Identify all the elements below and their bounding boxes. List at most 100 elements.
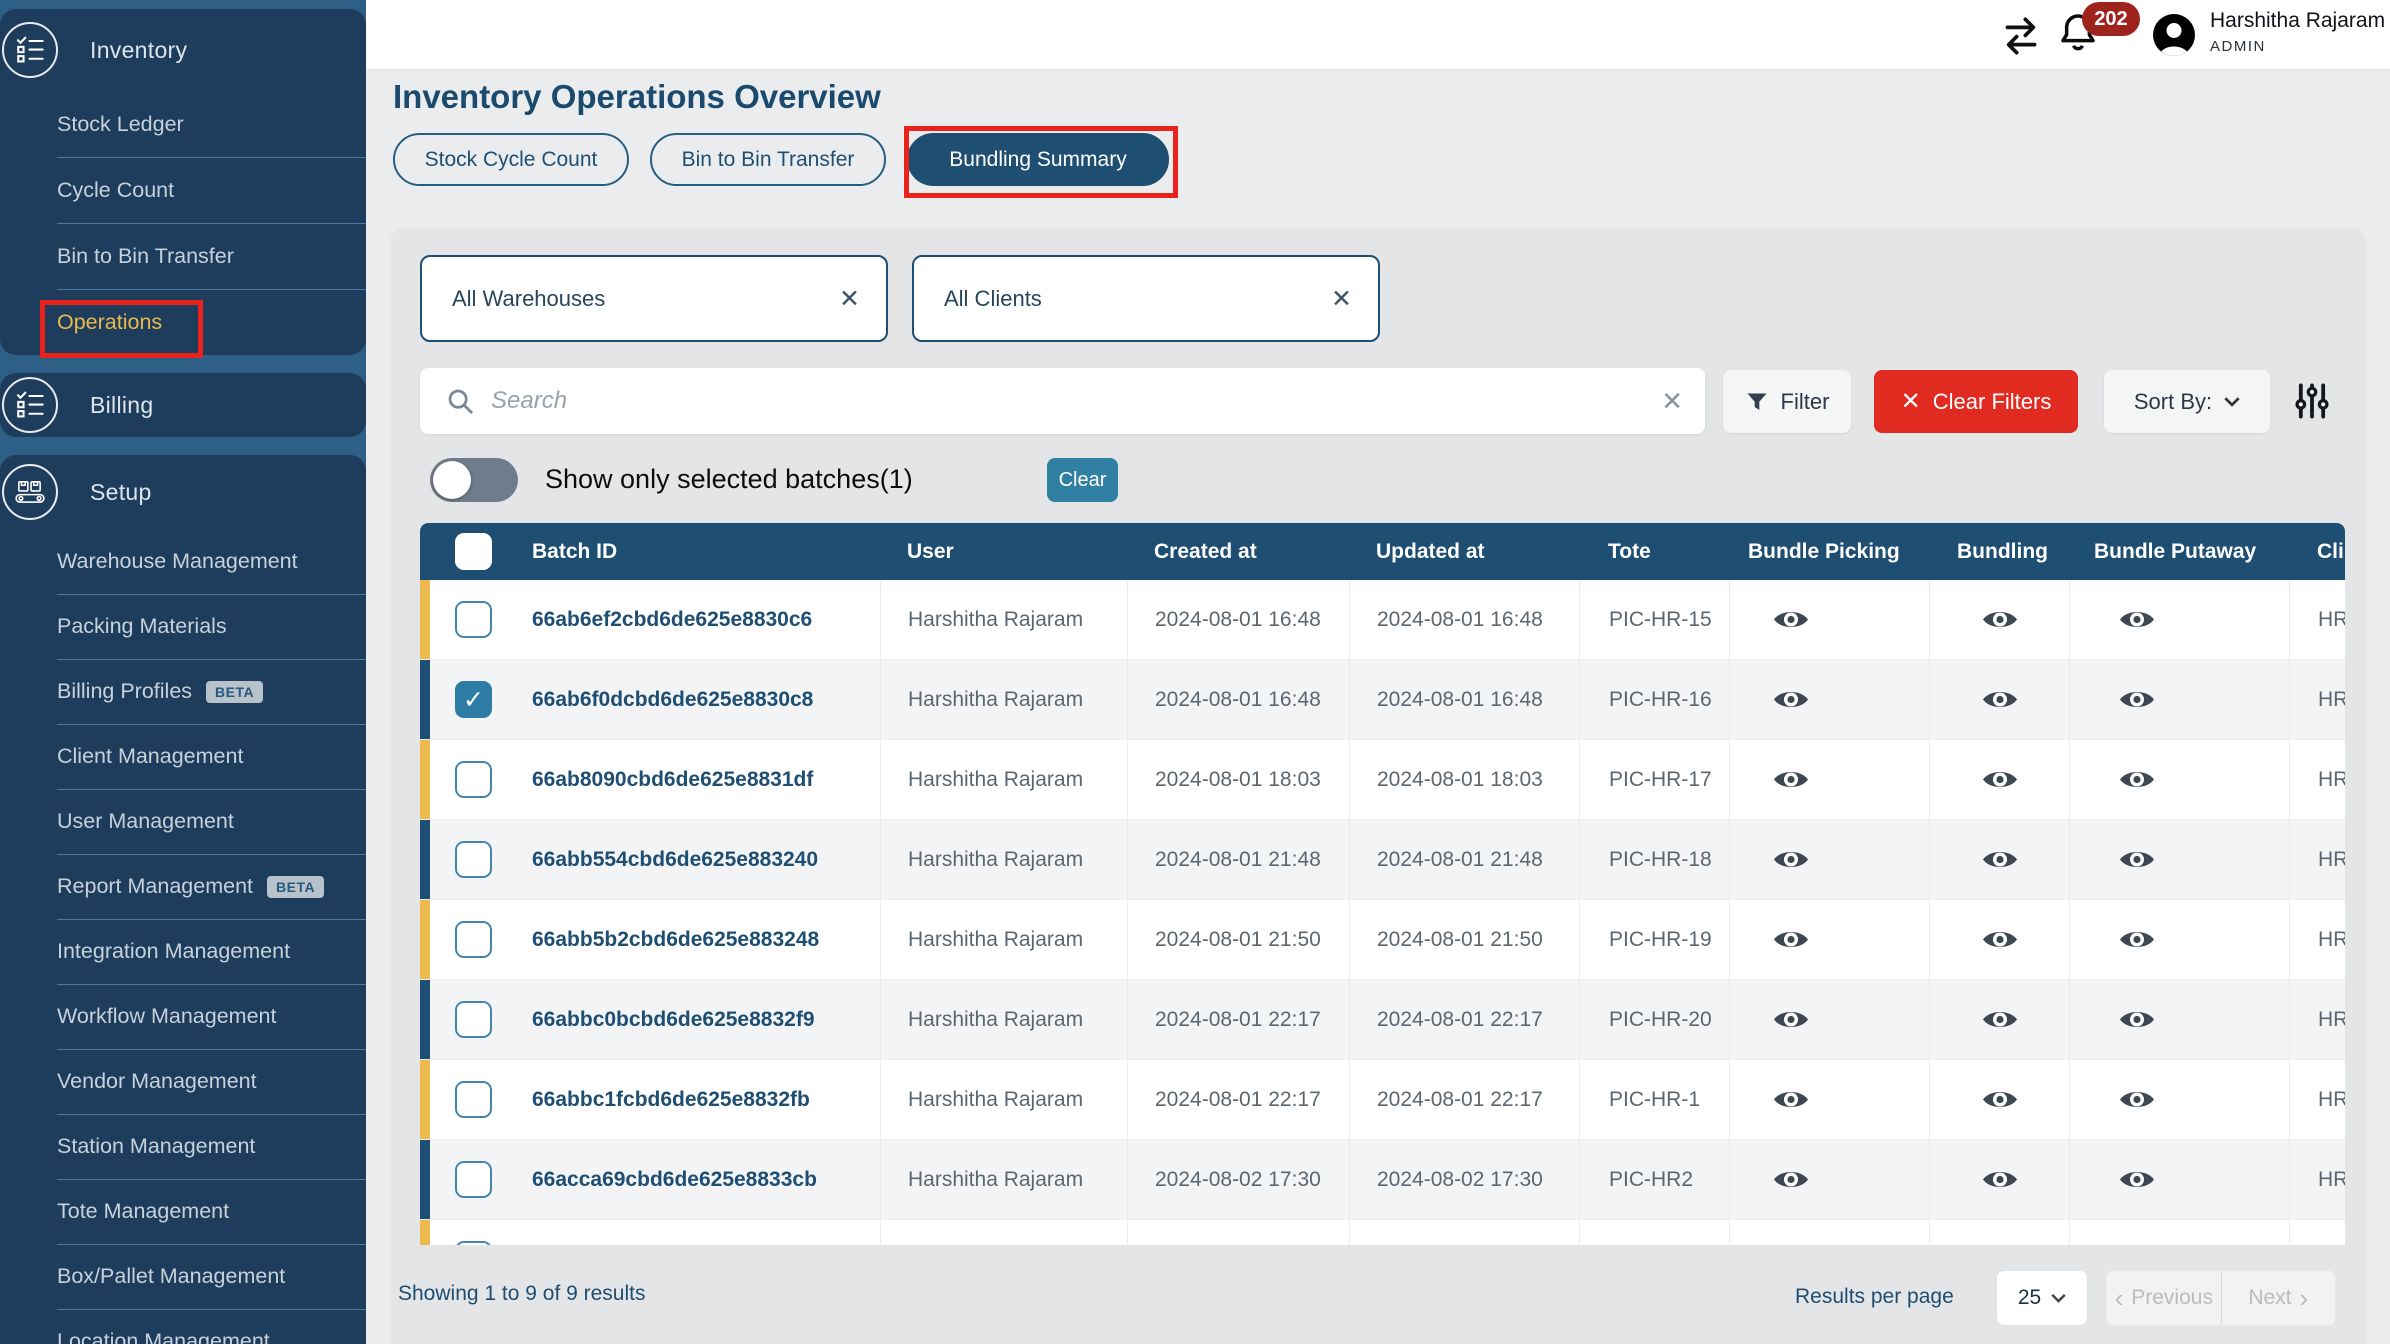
batch-id-link[interactable]: 66ab6f0dcbd6de625e8830c8 bbox=[500, 660, 880, 739]
bundle-putaway-view-icon[interactable] bbox=[2119, 926, 2155, 953]
page-size-dropdown[interactable]: 25 bbox=[1996, 1270, 2088, 1326]
bundle-picking-view-icon[interactable] bbox=[1773, 1166, 1809, 1193]
batch-id-link[interactable]: 66ab6ef2cbd6de625e8830c6 bbox=[500, 580, 880, 659]
bundling-view-icon[interactable] bbox=[1982, 846, 2018, 873]
batch-id-link[interactable]: 66abbc0bcbd6de625e8832f9 bbox=[500, 980, 880, 1059]
clear-search-icon[interactable]: ✕ bbox=[1661, 386, 1683, 417]
sidebar-section-billing: Billing bbox=[0, 373, 366, 437]
bundling-view-icon[interactable] bbox=[1982, 766, 2018, 793]
sidebar-item[interactable]: Operations bbox=[0, 289, 366, 355]
row-checkbox[interactable] bbox=[455, 681, 492, 718]
row-checkbox[interactable] bbox=[455, 1241, 492, 1245]
row-checkbox[interactable] bbox=[455, 841, 492, 878]
sort-by-dropdown[interactable]: Sort By: bbox=[2104, 370, 2270, 433]
bundle-picking-view-icon[interactable] bbox=[1773, 766, 1809, 793]
row-checkbox[interactable] bbox=[455, 1001, 492, 1038]
sidebar-item[interactable]: Tote Management bbox=[0, 1179, 366, 1244]
sidebar-item[interactable]: Packing Materials bbox=[0, 594, 366, 659]
batch-id-link[interactable]: 66ab8090cbd6de625e8831df bbox=[500, 740, 880, 819]
user-cell: Harshitha Rajaram bbox=[880, 1140, 1127, 1219]
client-filter-dropdown[interactable]: All Clients ✕ bbox=[912, 255, 1380, 342]
user-avatar-icon[interactable] bbox=[2152, 13, 2196, 57]
bundle-picking-view-icon[interactable] bbox=[1773, 686, 1809, 713]
clear-filters-button[interactable]: ✕ Clear Filters bbox=[1874, 370, 2078, 433]
select-all-checkbox[interactable] bbox=[455, 533, 492, 570]
next-page-button[interactable]: Next › bbox=[2222, 1271, 2336, 1325]
row-checkbox[interactable] bbox=[455, 601, 492, 638]
row-checkbox[interactable] bbox=[455, 1081, 492, 1118]
batch-id-link[interactable] bbox=[500, 1220, 880, 1245]
bundling-view-icon[interactable] bbox=[1982, 926, 2018, 953]
tab[interactable]: Bundling Summary bbox=[907, 133, 1169, 186]
bundling-view-icon[interactable] bbox=[1982, 1086, 2018, 1113]
search-input[interactable] bbox=[491, 387, 1651, 415]
tab[interactable]: Stock Cycle Count bbox=[393, 133, 629, 186]
batch-id-link[interactable]: 66abb5b2cbd6de625e883248 bbox=[500, 900, 880, 979]
column-header[interactable]: Tote bbox=[1579, 540, 1729, 564]
column-header[interactable]: Batch ID bbox=[500, 540, 880, 564]
sidebar-item[interactable]: Cycle Count bbox=[0, 157, 366, 223]
bundle-picking-view-icon[interactable] bbox=[1773, 926, 1809, 953]
sidebar-group-billing[interactable]: Billing bbox=[0, 373, 366, 437]
bundling-view-icon[interactable] bbox=[1982, 1006, 2018, 1033]
bundling-view-icon[interactable] bbox=[1982, 606, 2018, 633]
bundle-putaway-view-icon[interactable] bbox=[2119, 766, 2155, 793]
batches-table: Batch IDUserCreated atUpdated atToteBund… bbox=[420, 523, 2345, 1245]
notification-count-badge[interactable]: 202 bbox=[2082, 2, 2140, 36]
column-header[interactable]: Created at bbox=[1127, 540, 1349, 564]
column-settings-icon[interactable] bbox=[2292, 368, 2332, 434]
show-selected-toggle[interactable] bbox=[430, 458, 518, 502]
swap-arrows-icon[interactable] bbox=[2000, 15, 2042, 57]
bundle-putaway-view-icon[interactable] bbox=[2119, 1166, 2155, 1193]
row-checkbox[interactable] bbox=[455, 921, 492, 958]
sidebar-item[interactable]: Client Management bbox=[0, 724, 366, 789]
bundle-picking-view-icon[interactable] bbox=[1773, 846, 1809, 873]
row-checkbox[interactable] bbox=[455, 1161, 492, 1198]
batch-id-link[interactable]: 66abb554cbd6de625e883240 bbox=[500, 820, 880, 899]
sidebar-section-title: Billing bbox=[90, 392, 153, 419]
bundling-view-icon[interactable] bbox=[1982, 686, 2018, 713]
tab[interactable]: Bin to Bin Transfer bbox=[650, 133, 886, 186]
bundle-picking-view-icon[interactable] bbox=[1773, 1006, 1809, 1033]
sidebar-item[interactable]: Workflow Management bbox=[0, 984, 366, 1049]
show-selected-label: Show only selected batches(1) bbox=[545, 464, 913, 495]
column-header[interactable]: User bbox=[880, 540, 1127, 564]
bundle-putaway-view-icon[interactable] bbox=[2119, 606, 2155, 633]
sidebar-item[interactable]: Billing Profiles BETA bbox=[0, 659, 366, 724]
sidebar-item[interactable]: Station Management bbox=[0, 1114, 366, 1179]
bundle-putaway-view-icon[interactable] bbox=[2119, 686, 2155, 713]
sidebar-group-inventory[interactable]: Inventory bbox=[0, 9, 366, 91]
column-header[interactable]: Bundle Picking bbox=[1729, 540, 1929, 564]
filter-button[interactable]: Filter bbox=[1723, 370, 1851, 433]
warehouse-filter-dropdown[interactable]: All Warehouses ✕ bbox=[420, 255, 888, 342]
column-header[interactable]: Bundle Putaway bbox=[2069, 540, 2289, 564]
bundle-putaway-view-icon[interactable] bbox=[2119, 1086, 2155, 1113]
sidebar-item[interactable]: Report Management BETA bbox=[0, 854, 366, 919]
sidebar-item[interactable]: Integration Management bbox=[0, 919, 366, 984]
sidebar-item[interactable]: Box/Pallet Management bbox=[0, 1244, 366, 1309]
clear-selection-button[interactable]: Clear bbox=[1047, 458, 1118, 502]
sidebar-item[interactable]: Bin to Bin Transfer bbox=[0, 223, 366, 289]
sidebar-item[interactable]: Stock Ledger bbox=[0, 91, 366, 157]
bundling-view-icon[interactable] bbox=[1982, 1166, 2018, 1193]
created-at-cell: 2024-08-01 22:17 bbox=[1127, 980, 1349, 1059]
user-info[interactable]: Harshitha Rajaram ADMIN bbox=[2210, 9, 2385, 55]
bundle-putaway-view-icon[interactable] bbox=[2119, 1006, 2155, 1033]
batch-id-link[interactable]: 66abbc1fcbd6de625e8832fb bbox=[500, 1060, 880, 1139]
row-checkbox[interactable] bbox=[455, 761, 492, 798]
bundle-putaway-view-icon[interactable] bbox=[2119, 846, 2155, 873]
column-header[interactable]: Bundling bbox=[1929, 540, 2069, 564]
bundle-picking-view-icon[interactable] bbox=[1773, 1086, 1809, 1113]
sidebar-item[interactable]: User Management bbox=[0, 789, 366, 854]
column-header[interactable]: Cli bbox=[2289, 540, 2345, 564]
clear-client-icon[interactable]: ✕ bbox=[1331, 284, 1352, 314]
sidebar-group-setup[interactable]: Setup bbox=[0, 455, 366, 529]
column-header[interactable]: Updated at bbox=[1349, 540, 1579, 564]
batch-id-link[interactable]: 66acca69cbd6de625e8833cb bbox=[500, 1140, 880, 1219]
bundle-picking-view-icon[interactable] bbox=[1773, 606, 1809, 633]
sidebar-item[interactable]: Location Management bbox=[0, 1309, 366, 1344]
sidebar-item[interactable]: Vendor Management bbox=[0, 1049, 366, 1114]
previous-page-button[interactable]: ‹ Previous bbox=[2107, 1271, 2222, 1325]
sidebar-item[interactable]: Warehouse Management bbox=[0, 529, 366, 594]
clear-warehouse-icon[interactable]: ✕ bbox=[839, 284, 860, 314]
